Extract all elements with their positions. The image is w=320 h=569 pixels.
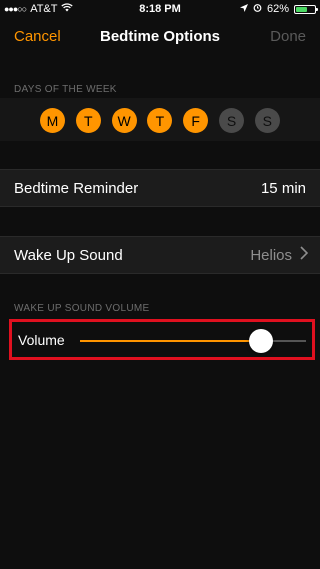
alarm-clock-icon	[253, 3, 262, 15]
bedtime-reminder-value: 15 min	[260, 180, 306, 197]
volume-section-header: WAKE UP SOUND VOLUME	[14, 303, 150, 314]
navigation-bar: Cancel Bedtime Options Done	[0, 20, 320, 64]
bedtime-reminder-label: Bedtime Reminder	[14, 180, 139, 197]
day-toggle-3[interactable]: T	[147, 108, 173, 133]
battery-icon	[294, 4, 318, 14]
day-toggle-4[interactable]: F	[183, 108, 209, 133]
volume-label: Volume	[18, 332, 65, 348]
status-right: 62%	[239, 3, 318, 15]
volume-slider[interactable]	[80, 329, 306, 353]
wake-up-sound-value: Helios	[250, 247, 292, 264]
wake-up-sound-label: Wake Up Sound	[14, 247, 123, 264]
day-toggle-2[interactable]: W	[111, 108, 137, 133]
done-button[interactable]: Done	[270, 28, 306, 45]
volume-slider-thumb[interactable]	[248, 329, 273, 353]
day-toggle-6[interactable]: S	[254, 108, 280, 133]
wake-up-sound-cell[interactable]: Wake Up Sound Helios	[0, 236, 320, 274]
chevron-right-icon	[300, 246, 309, 265]
battery-percent: 62%	[266, 3, 289, 15]
volume-slider-fill	[80, 340, 261, 342]
days-of-week-selector: MTWTFSS	[0, 98, 320, 141]
days-section-header: DAYS OF THE WEEK	[14, 84, 117, 95]
day-toggle-5[interactable]: S	[219, 108, 244, 133]
location-arrow-icon	[239, 3, 248, 15]
status-bar: ●●●○○ AT&T 8:18 PM 62%	[0, 0, 320, 20]
day-toggle-0[interactable]: M	[40, 108, 65, 133]
battery-fill	[296, 6, 308, 12]
day-toggle-1[interactable]: T	[75, 108, 101, 133]
bedtime-reminder-cell[interactable]: Bedtime Reminder 15 min	[0, 169, 320, 207]
